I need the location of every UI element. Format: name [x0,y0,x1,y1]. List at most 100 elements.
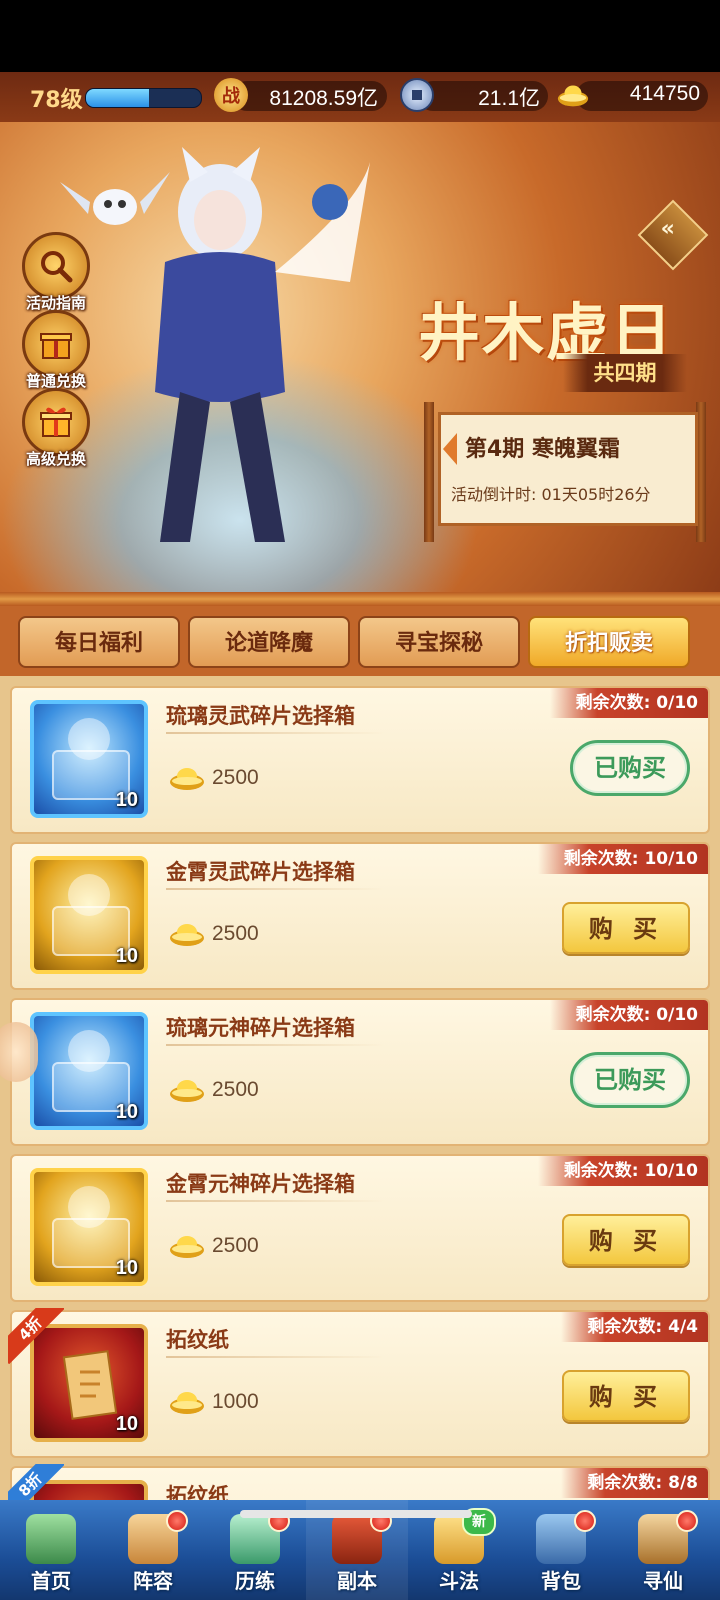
nav-label: 阵容 [133,1569,173,1593]
buy-button[interactable]: 购 买 [562,902,690,954]
event-banner: 活动指南 普通兑换 高级兑换 « 井木虚日 共四期 第4期 寒魄翼霜 活动倒计时… [0,122,720,592]
bought-button[interactable]: 已购买 [570,740,690,796]
spirit-coin-icon [68,1186,110,1228]
gold-ingot-icon [170,924,204,946]
board-post-left [424,402,434,542]
remaining-count: 剩余次数: 8/8 [561,1468,708,1498]
buy-button[interactable]: 购 买 [562,1370,690,1422]
nav-label: 历练 [235,1569,275,1593]
name-underline [166,1200,386,1202]
nav-home[interactable]: 首页 [0,1500,102,1600]
discount-badge: 8折 [8,1464,64,1500]
shop-item: 10 4折 拓纹纸 1000 剩余次数: 4/4 购 买 [8,1308,710,1458]
magnifier-icon [22,232,90,300]
previous-phase-arrow-icon[interactable] [443,433,457,465]
notification-dot [676,1510,698,1532]
shop-list[interactable]: 10 琉璃灵武碎片选择箱 2500 剩余次数: 0/10 已购买 10 金霄灵武… [0,676,720,1500]
item-count: 10 [115,945,138,967]
item-name: 拓纹纸 [166,1484,229,1500]
owl-companion [60,172,170,225]
gold-ingot-icon [170,768,204,790]
nav-label: 首页 [31,1569,71,1593]
advanced-exchange-button[interactable]: 高级兑换 [20,388,92,469]
gift-box-icon [22,388,90,456]
item-icon-golden-weapon-box[interactable]: 10 [30,856,148,974]
item-count: 10 [115,789,138,811]
shop-item: 8折 拓纹纸 剩余次数: 8/8 [8,1464,710,1500]
exp-bar-fill [86,89,150,107]
tab-bar: 每日福利 论道降魔 寻宝探秘 折扣贩卖 [0,606,720,676]
combat-power-icon: 战 [214,78,248,112]
phase-info-panel: 第4期 寒魄翼霜 活动倒计时: 01天05时26分 [438,412,698,526]
item-count: 10 [115,1413,138,1435]
gold-ingot-icon [556,78,590,112]
buy-button[interactable]: 购 买 [562,1214,690,1266]
item-price: 2500 [212,766,259,789]
item-count: 10 [115,1257,138,1279]
item-icon-golden-spirit-box[interactable]: 10 [30,1168,148,1286]
exp-bar [85,88,202,108]
item-name: 拓纹纸 [166,1328,229,1352]
item-price: 2500 [212,1234,259,1257]
nav-seek-immortal[interactable]: 寻仙 [612,1500,714,1600]
item-icon-glaze-weapon-box[interactable]: 10 [30,700,148,818]
spirit-mask-icon [68,1030,110,1072]
shop-item: 10 琉璃灵武碎片选择箱 2500 剩余次数: 0/10 已购买 [10,686,710,834]
gift-icon [22,310,90,378]
shop-item: 10 琉璃元神碎片选择箱 2500 剩余次数: 0/10 已购买 [10,998,710,1146]
gold-ingot-icon [170,1080,204,1102]
item-price: 1000 [212,1390,259,1413]
normal-exchange-button[interactable]: 普通兑换 [20,310,92,391]
home-indicator[interactable] [240,1510,472,1518]
bought-button[interactable]: 已购买 [570,1052,690,1108]
paper-scroll-icon [62,1350,118,1420]
remaining-count: 剩余次数: 0/10 [549,1000,708,1030]
gold-ingot-icon [170,1236,204,1258]
name-underline [166,1044,386,1046]
notification-dot [166,1510,188,1532]
nav-bag[interactable]: 背包 [510,1500,612,1600]
event-countdown: 活动倒计时: 01天05时26分 [451,485,651,504]
portrait-icon [68,718,110,760]
silver-coin-value: 21.1亿 [478,87,540,110]
discount-badge: 4折 [8,1308,64,1364]
tab-discount-sale[interactable]: 折扣贩卖 [528,616,690,668]
player-level: 78级 [30,88,83,113]
tab-daily-benefits[interactable]: 每日福利 [18,616,180,668]
banner-divider [0,592,720,606]
item-price: 2500 [212,922,259,945]
item-count: 10 [115,1101,138,1123]
nav-label: 寻仙 [643,1569,683,1593]
advanced-exchange-label: 高级兑换 [25,450,86,468]
item-price: 2500 [212,1078,259,1101]
item-name: 金霄灵武碎片选择箱 [166,860,355,884]
name-underline [166,1356,386,1358]
home-icon [26,1514,76,1564]
phase-board: 第4期 寒魄翼霜 活动倒计时: 01天05时26分 [424,402,706,542]
tab-dao-demon[interactable]: 论道降魔 [188,616,350,668]
shop-item: 10 金霄元神碎片选择箱 2500 剩余次数: 10/10 购 买 [10,1154,710,1302]
shop-item: 10 金霄灵武碎片选择箱 2500 剩余次数: 10/10 购 买 [10,842,710,990]
remaining-count: 剩余次数: 10/10 [537,1156,708,1186]
remaining-count: 剩余次数: 4/4 [561,1312,708,1342]
back-button[interactable]: « [637,199,709,271]
nav-label: 斗法 [439,1569,479,1593]
activity-guide-button[interactable]: 活动指南 [20,232,92,313]
remaining-count: 剩余次数: 10/10 [537,844,708,874]
nav-label: 背包 [541,1569,581,1593]
name-underline [166,732,386,734]
item-name: 琉璃元神碎片选择箱 [166,1016,355,1040]
item-icon-glaze-spirit-box[interactable]: 10 [30,1012,148,1130]
silver-coin-icon [400,78,434,112]
period-count-badge: 共四期 [563,354,687,392]
game-screen: 78级 战 81208.59亿 21.1亿 414750 活动指南 普通兑换 高… [0,72,720,1600]
resource-bar: 78级 战 81208.59亿 21.1亿 414750 [0,72,720,122]
item-name: 金霄元神碎片选择箱 [166,1172,355,1196]
notification-dot [574,1510,596,1532]
floating-helper-avatar[interactable] [0,1022,38,1082]
portrait-icon [68,874,110,916]
nav-lineup[interactable]: 阵容 [102,1500,204,1600]
remaining-count: 剩余次数: 0/10 [549,688,708,718]
tab-treasure-hunt[interactable]: 寻宝探秘 [358,616,520,668]
gold-ingot-icon [170,1392,204,1414]
